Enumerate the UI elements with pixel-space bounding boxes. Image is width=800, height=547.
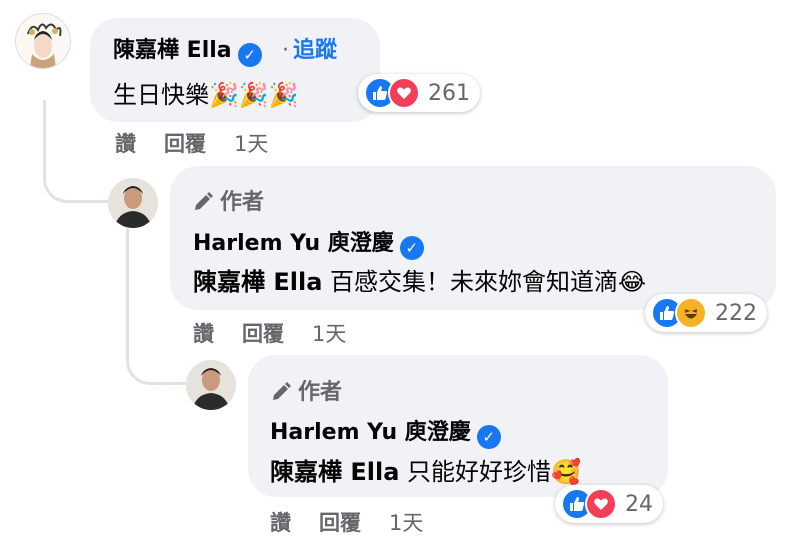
author-badge-label: 作者: [298, 380, 343, 405]
verified-badge-icon: ✓: [237, 43, 262, 67]
verified-badge-icon: ✓: [476, 425, 501, 449]
haha-icon: [675, 297, 707, 329]
comment-timestamp[interactable]: 1天: [234, 132, 268, 156]
avatar-photo: [186, 360, 236, 410]
comment-actions-ella: 讚 回覆 1天: [115, 128, 296, 158]
reply-actions-1: 讚 回覆 1天: [193, 318, 374, 348]
love-icon: [585, 488, 617, 520]
thread-line-1: [43, 100, 108, 203]
like-action[interactable]: 讚: [115, 132, 136, 156]
commenter-name-harlem-2[interactable]: Harlem Yu 庾澄慶 ✓: [270, 414, 501, 449]
like-action[interactable]: 讚: [270, 511, 291, 535]
separator-dot: ·: [282, 38, 289, 63]
commenter-name-ella[interactable]: 陳嘉樺 Ella ✓: [113, 32, 262, 67]
like-action[interactable]: 讚: [193, 322, 214, 346]
reply-action[interactable]: 回覆: [242, 322, 284, 346]
avatar-illustration: [16, 14, 70, 68]
commenter-name-harlem-1[interactable]: Harlem Yu 庾澄慶 ✓: [193, 225, 424, 260]
avatar-harlem-2[interactable]: [186, 360, 236, 410]
reply-action[interactable]: 回覆: [319, 511, 361, 535]
reaction-count: 261: [428, 80, 470, 106]
follow-label[interactable]: 追蹤: [293, 38, 337, 63]
author-badge-label: 作者: [220, 190, 265, 215]
reply-text-1: 陳嘉樺 Ella 百感交集！未來妳會知道滴😂: [193, 262, 646, 297]
reply-action[interactable]: 回覆: [164, 132, 206, 156]
reaction-summary-2[interactable]: 24: [555, 485, 663, 523]
comment-text-ella: 生日快樂🎉🎉🎉: [113, 81, 299, 109]
reaction-summary-ella[interactable]: 261: [358, 74, 480, 112]
commenter-name-text[interactable]: Harlem Yu 庾澄慶: [270, 420, 471, 445]
verified-badge-icon: ✓: [399, 236, 424, 260]
love-icon: [388, 77, 420, 109]
pencil-icon: [273, 382, 291, 400]
pencil-icon: [195, 192, 213, 210]
reaction-count: 222: [715, 300, 757, 326]
reply-text-2: 陳嘉樺 Ella 只能好好珍惜🥰: [270, 452, 581, 487]
reply-body: 只能好好珍惜🥰: [399, 458, 581, 486]
reply-timestamp[interactable]: 1天: [312, 322, 346, 346]
avatar-photo: [108, 178, 158, 228]
commenter-name-text[interactable]: Harlem Yu 庾澄慶: [193, 231, 394, 256]
reply-body: 百感交集！未來妳會知道滴😂: [322, 268, 647, 296]
reaction-summary-1[interactable]: 222: [645, 294, 767, 332]
reply-actions-2: 讚 回覆 1天: [270, 507, 451, 537]
reply-timestamp[interactable]: 1天: [389, 511, 423, 535]
mention-link[interactable]: 陳嘉樺 Ella: [270, 458, 399, 486]
author-badge-2: 作者: [270, 374, 342, 406]
avatar-harlem-1[interactable]: [108, 178, 158, 228]
commenter-name-text[interactable]: 陳嘉樺 Ella: [113, 38, 232, 63]
author-badge-1: 作者: [192, 184, 264, 216]
avatar-ella[interactable]: [15, 13, 71, 69]
mention-link[interactable]: 陳嘉樺 Ella: [193, 268, 322, 296]
follow-link[interactable]: · 追蹤: [282, 32, 337, 64]
reaction-count: 24: [625, 491, 653, 517]
